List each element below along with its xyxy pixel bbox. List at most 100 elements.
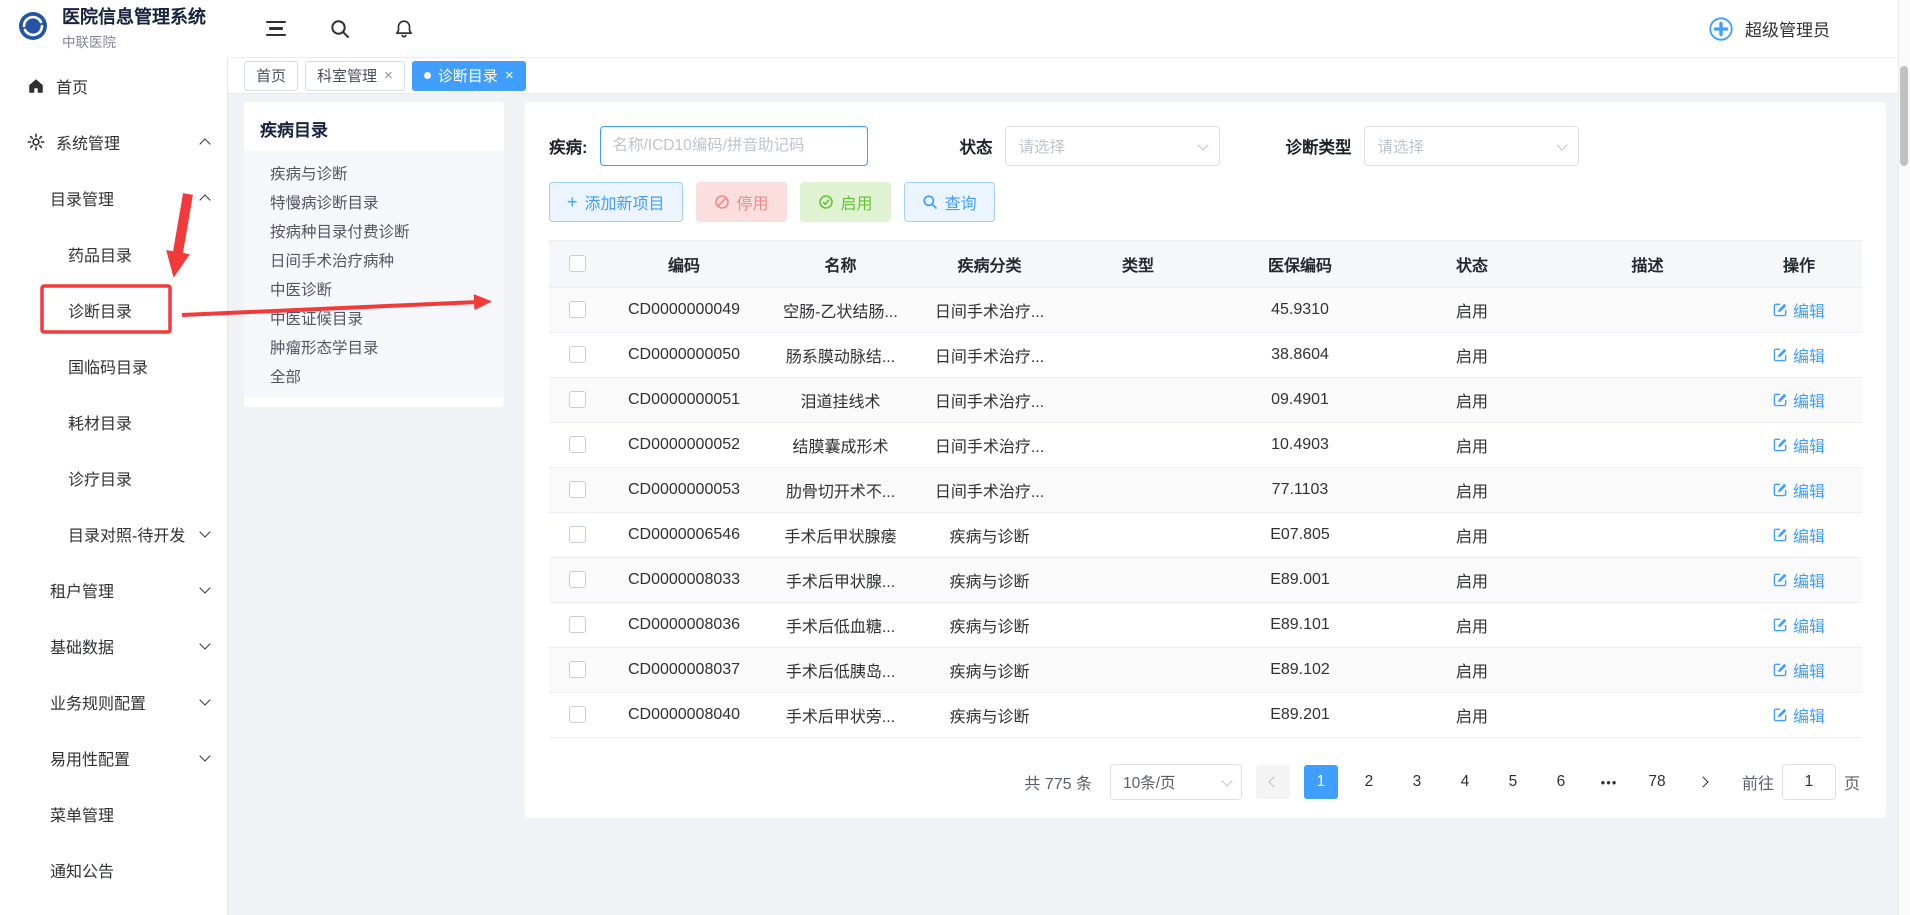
table-row: CD0000006546 手术后甲状腺瘘 疾病与诊断 E07.805 启用 编辑 — [549, 513, 1862, 558]
chevron-down-icon — [199, 694, 210, 705]
edit-button[interactable]: 编辑 — [1773, 523, 1825, 547]
bell-icon[interactable] — [390, 15, 418, 43]
status-select[interactable]: 请选择 — [1005, 126, 1220, 166]
edit-button[interactable]: 编辑 — [1773, 658, 1825, 682]
page-4[interactable]: 4 — [1448, 765, 1482, 799]
page-size-select[interactable]: 10条/页 — [1110, 764, 1242, 800]
chevron-down-icon — [199, 638, 210, 649]
row-checkbox[interactable] — [569, 616, 586, 633]
sidebar-item-consumable-catalog[interactable]: 耗材目录 — [0, 394, 227, 450]
chevron-up-icon — [199, 138, 210, 149]
home-icon — [26, 77, 46, 95]
catalog-item-all[interactable]: 全部 — [244, 361, 504, 390]
edit-button[interactable]: 编辑 — [1773, 613, 1825, 637]
catalog-item-chronic[interactable]: 特慢病诊断目录 — [244, 187, 504, 216]
sidebar-item-notice[interactable]: 通知公告 — [0, 842, 227, 898]
scrollbar-thumb[interactable] — [1900, 66, 1908, 166]
edit-button[interactable]: 编辑 — [1773, 388, 1825, 412]
collapse-menu-icon[interactable] — [262, 15, 290, 43]
select-all-checkbox[interactable] — [569, 255, 586, 272]
row-checkbox[interactable] — [569, 526, 586, 543]
sidebar-item-business-rules[interactable]: 业务规则配置 — [0, 674, 227, 730]
sidebar: 首页 系统管理 目录管理 药品目录 诊断目录 国临码目录 耗材目录 诊疗目录 目… — [0, 58, 228, 915]
sidebar-item-home[interactable]: 首页 — [0, 58, 227, 114]
tab-home[interactable]: 首页 — [244, 61, 298, 91]
sidebar-item-base-data[interactable]: 基础数据 — [0, 618, 227, 674]
table-row: CD0000008037 手术后低胰岛... 疾病与诊断 E89.102 启用 … — [549, 648, 1862, 693]
search-icon[interactable] — [326, 15, 354, 43]
pagination: 共 775 条 10条/页 1 2 3 4 5 6 ••• 78 前往 页 — [549, 764, 1862, 800]
next-page-button[interactable] — [1688, 765, 1722, 799]
sidebar-item-tenant-mgmt[interactable]: 租户管理 — [0, 562, 227, 618]
sidebar-item-treatment-catalog[interactable]: 诊疗目录 — [0, 450, 227, 506]
col-status: 状态 — [1385, 241, 1559, 288]
catalog-item-tcm-syndrome[interactable]: 中医证候目录 — [244, 303, 504, 332]
edit-button[interactable]: 编辑 — [1773, 343, 1825, 367]
sidebar-item-national-code-catalog[interactable]: 国临码目录 — [0, 338, 227, 394]
sidebar-item-usability-config[interactable]: 易用性配置 — [0, 730, 227, 786]
catalog-list: 疾病与诊断 特慢病诊断目录 按病种目录付费诊断 日间手术治疗病种 中医诊断 中医… — [244, 151, 504, 397]
edit-button[interactable]: 编辑 — [1773, 433, 1825, 457]
edit-button[interactable]: 编辑 — [1773, 298, 1825, 322]
row-checkbox[interactable] — [569, 301, 586, 318]
catalog-item-tumor-morphology[interactable]: 肿瘤形态学目录 — [244, 332, 504, 361]
sidebar-item-catalog-mgmt[interactable]: 目录管理 — [0, 170, 227, 226]
add-item-button[interactable]: + 添加新项目 — [549, 182, 683, 222]
sidebar-item-catalog-mapping[interactable]: 目录对照-待开发 — [0, 506, 227, 562]
page-3[interactable]: 3 — [1400, 765, 1434, 799]
status-filter-label: 状态 — [960, 134, 993, 158]
goto-page-input[interactable] — [1782, 764, 1836, 800]
prev-page-button[interactable] — [1256, 765, 1290, 799]
catalog-item-disease-diagnosis[interactable]: 疾病与诊断 — [244, 158, 504, 187]
row-checkbox[interactable] — [569, 481, 586, 498]
tab-diagnosis-catalog[interactable]: 诊断目录 × — [412, 61, 526, 91]
tab-department-mgmt[interactable]: 科室管理 × — [305, 61, 405, 91]
enable-button[interactable]: 启用 — [800, 182, 891, 222]
col-action: 操作 — [1736, 241, 1862, 288]
row-checkbox[interactable] — [569, 436, 586, 453]
active-tab-dot — [424, 72, 431, 79]
catalog-item-pay-by-disease[interactable]: 按病种目录付费诊断 — [244, 216, 504, 245]
more-pages-icon[interactable]: ••• — [1592, 765, 1626, 799]
sidebar-item-system-mgmt[interactable]: 系统管理 — [0, 114, 227, 170]
catalog-item-tcm-diagnosis[interactable]: 中医诊断 — [244, 274, 504, 303]
col-desc: 描述 — [1559, 241, 1736, 288]
table-row: CD0000000049 空肠-乙状结肠... 日间手术治疗... 45.931… — [549, 288, 1862, 333]
row-checkbox[interactable] — [569, 706, 586, 723]
row-checkbox[interactable] — [569, 391, 586, 408]
close-icon[interactable]: × — [384, 68, 393, 83]
query-button[interactable]: 查询 — [904, 182, 995, 222]
close-icon[interactable]: × — [505, 68, 514, 83]
edit-button[interactable]: 编辑 — [1773, 478, 1825, 502]
app-logo-icon — [14, 8, 52, 51]
page-2[interactable]: 2 — [1352, 765, 1386, 799]
edit-icon — [1773, 527, 1788, 542]
page-5[interactable]: 5 — [1496, 765, 1530, 799]
disease-catalog-panel: 疾病目录 疾病与诊断 特慢病诊断目录 按病种目录付费诊断 日间手术治疗病种 中医… — [244, 102, 504, 407]
sidebar-item-menu-mgmt[interactable]: 菜单管理 — [0, 786, 227, 842]
diag-type-select[interactable]: 请选择 — [1364, 126, 1579, 166]
page-1[interactable]: 1 — [1304, 765, 1338, 799]
disease-search-input[interactable] — [600, 126, 868, 166]
row-checkbox[interactable] — [569, 571, 586, 588]
diagnosis-table: 编码 名称 疾病分类 类型 医保编码 状态 描述 操作 CD0000000049… — [549, 240, 1862, 738]
chevron-down-icon — [1197, 139, 1208, 150]
page-last[interactable]: 78 — [1640, 765, 1674, 799]
row-checkbox[interactable] — [569, 346, 586, 363]
row-checkbox[interactable] — [569, 661, 586, 678]
disable-button[interactable]: 停用 — [696, 182, 787, 222]
edit-button[interactable]: 编辑 — [1773, 703, 1825, 727]
page-6[interactable]: 6 — [1544, 765, 1578, 799]
catalog-item-day-surgery[interactable]: 日间手术治疗病种 — [244, 245, 504, 274]
sidebar-item-drug-catalog[interactable]: 药品目录 — [0, 226, 227, 282]
edit-button[interactable]: 编辑 — [1773, 568, 1825, 592]
sidebar-item-diagnosis-catalog[interactable]: 诊断目录 — [0, 282, 227, 338]
gear-icon — [26, 133, 46, 151]
user-avatar-icon — [1707, 15, 1735, 43]
diag-type-filter-label: 诊断类型 — [1286, 134, 1352, 158]
user-name: 超级管理员 — [1745, 16, 1830, 41]
chevron-down-icon — [199, 526, 210, 537]
user-area[interactable]: 超级管理员 — [1707, 15, 1910, 43]
table-row: CD0000000052 结膜囊成形术 日间手术治疗... 10.4903 启用… — [549, 423, 1862, 468]
table-row: CD0000000050 肠系膜动脉结... 日间手术治疗... 38.8604… — [549, 333, 1862, 378]
